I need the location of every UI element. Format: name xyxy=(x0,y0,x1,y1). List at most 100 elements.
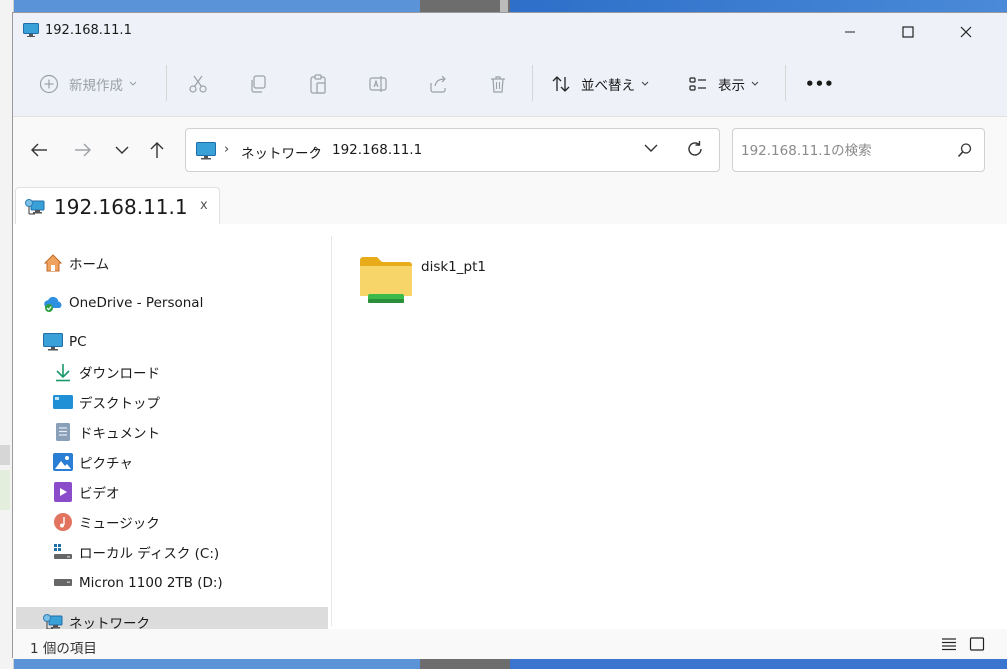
divider xyxy=(532,65,533,101)
view-button[interactable]: 表示 xyxy=(688,71,759,97)
tab-strip: 192.168.11.1 x xyxy=(13,183,1007,225)
minimize-icon xyxy=(845,31,855,33)
breadcrumb-separator: › xyxy=(314,142,320,157)
chevron-down-icon xyxy=(115,146,129,154)
recent-locations-button[interactable] xyxy=(108,137,136,163)
search-icon[interactable] xyxy=(957,142,973,162)
close-button[interactable] xyxy=(937,13,995,51)
details-view-button[interactable] xyxy=(941,637,957,655)
back-button[interactable] xyxy=(25,137,53,163)
breadcrumb-separator: › xyxy=(224,142,230,157)
sidebar-item-label: ビデオ xyxy=(79,486,120,502)
content-area: ホーム OneDrive - Personal PC ダウンロード デスクトップ… xyxy=(13,224,1007,637)
document-icon xyxy=(53,422,73,442)
sidebar-item-pictures[interactable]: ピクチャ xyxy=(53,447,313,477)
sidebar-item-label: ドキュメント xyxy=(79,426,160,442)
monitor-icon xyxy=(196,142,216,164)
sidebar-item-desktop[interactable]: デスクトップ xyxy=(53,387,313,417)
download-arrow-icon xyxy=(53,362,73,382)
refresh-icon xyxy=(688,141,702,156)
navigation-pane: ホーム OneDrive - Personal PC ダウンロード デスクトップ… xyxy=(13,224,331,637)
network-share-folder-icon xyxy=(358,254,414,310)
sidebar-item-videos[interactable]: ビデオ xyxy=(53,477,313,507)
paste-button[interactable] xyxy=(308,71,328,97)
command-bar: 新規作成 並べ替え 表示 ••• xyxy=(13,51,1007,117)
sidebar-item-label: PC xyxy=(69,334,87,350)
chevron-down-icon xyxy=(129,81,137,86)
status-bar: 1 個の項目 xyxy=(13,629,1007,659)
sidebar-item-music[interactable]: ミュージック xyxy=(53,507,313,537)
sort-button[interactable]: 並べ替え xyxy=(551,71,649,97)
picture-icon xyxy=(53,452,73,472)
sidebar-item-documents[interactable]: ドキュメント xyxy=(53,417,313,447)
copy-button[interactable] xyxy=(248,71,268,97)
tab-close-button[interactable]: x xyxy=(200,198,208,213)
file-item-share[interactable]: disk1_pt1 xyxy=(358,254,498,314)
share-button[interactable] xyxy=(428,71,448,97)
maximize-icon xyxy=(902,26,914,38)
tab-title: 192.168.11.1 xyxy=(54,195,188,219)
sidebar-item-label: デスクトップ xyxy=(79,396,160,412)
sort-label: 並べ替え xyxy=(581,78,635,94)
sidebar-item-home[interactable]: ホーム xyxy=(43,248,313,278)
chevron-down-icon xyxy=(641,81,649,86)
chevron-down-icon xyxy=(751,81,759,86)
close-icon xyxy=(960,26,972,38)
sidebar-item-onedrive[interactable]: OneDrive - Personal xyxy=(43,288,313,318)
file-list: disk1_pt1 xyxy=(332,224,1007,629)
search-box[interactable] xyxy=(732,128,985,172)
refresh-button[interactable] xyxy=(686,140,704,162)
divider xyxy=(785,65,786,101)
sidebar-item-label: ピクチャ xyxy=(79,456,133,472)
more-options-button[interactable]: ••• xyxy=(805,71,834,97)
windows-drive-icon xyxy=(53,542,73,562)
sidebar-item-downloads[interactable]: ダウンロード xyxy=(53,357,313,387)
minimize-button[interactable] xyxy=(821,13,879,51)
search-input[interactable] xyxy=(741,141,951,161)
details-view-icon xyxy=(942,638,956,651)
monitor-icon xyxy=(43,332,63,352)
sidebar-item-drive-d[interactable]: Micron 1100 2TB (D:) xyxy=(53,568,313,598)
large-icons-view-button[interactable] xyxy=(969,637,985,655)
chevron-down-icon xyxy=(644,144,658,152)
address-bar[interactable]: › ネットワーク › 192.168.11.1 xyxy=(185,128,720,172)
divider xyxy=(166,65,167,101)
new-button[interactable]: 新規作成 xyxy=(39,71,137,97)
address-dropdown-button[interactable] xyxy=(644,142,658,157)
maximize-button[interactable] xyxy=(879,13,937,51)
home-icon xyxy=(43,253,63,273)
arrow-left-icon xyxy=(31,143,47,157)
network-icon xyxy=(25,197,45,221)
new-label: 新規作成 xyxy=(69,78,123,94)
more-icon: ••• xyxy=(805,75,834,93)
up-button[interactable] xyxy=(143,137,171,163)
video-icon xyxy=(53,482,73,502)
drive-icon xyxy=(53,573,73,593)
music-icon xyxy=(53,512,73,532)
share-icon xyxy=(430,75,446,93)
tab-192-168-11-1[interactable]: 192.168.11.1 x xyxy=(15,187,220,225)
cut-button[interactable] xyxy=(188,71,208,97)
sidebar-item-label: ダウンロード xyxy=(79,366,160,382)
window-title: 192.168.11.1 xyxy=(45,23,132,38)
forward-button[interactable] xyxy=(69,137,97,163)
sidebar-item-label: OneDrive - Personal xyxy=(69,295,204,311)
view-label: 表示 xyxy=(718,78,745,94)
sidebar-item-label: Micron 1100 2TB (D:) xyxy=(79,575,223,591)
navigation-row: › ネットワーク › 192.168.11.1 xyxy=(13,117,1007,183)
copy-icon xyxy=(251,75,266,93)
desktop-icon xyxy=(53,392,73,412)
title-bar[interactable]: 192.168.11.1 xyxy=(13,13,1007,51)
sidebar-item-local-disk-c[interactable]: ローカル ディスク (C:) xyxy=(53,537,313,567)
breadcrumb-network[interactable]: ネットワーク xyxy=(241,142,322,162)
sidebar-item-label: ミュージック xyxy=(79,516,160,532)
sort-icon xyxy=(552,76,570,92)
breadcrumb-host[interactable]: 192.168.11.1 xyxy=(332,142,422,158)
scissors-icon xyxy=(189,75,207,93)
delete-button[interactable] xyxy=(488,71,508,97)
arrow-right-icon xyxy=(75,143,91,157)
sidebar-item-pc[interactable]: PC xyxy=(43,327,313,357)
explorer-window: 192.168.11.1 新規作成 並べ替え 表示 ••• › ネットワーク ›… xyxy=(12,12,1007,659)
rename-button[interactable] xyxy=(368,71,388,97)
monitor-icon xyxy=(23,23,39,37)
